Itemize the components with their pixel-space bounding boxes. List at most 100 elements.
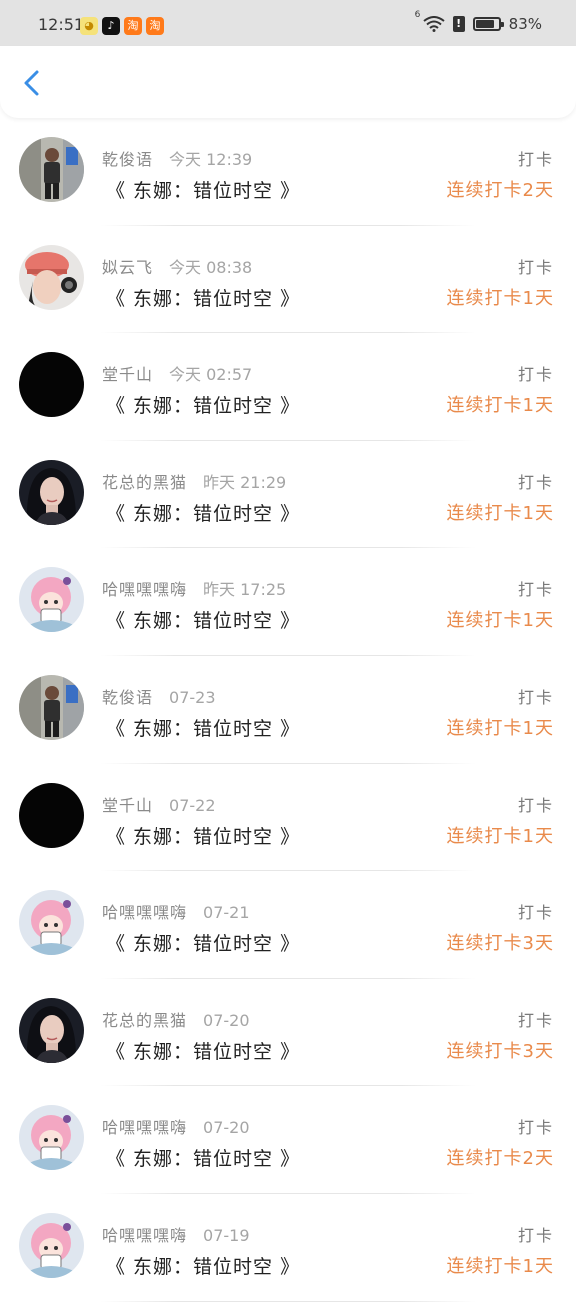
list-item[interactable]: 哈嘿嘿嘿嗨 07-20 《 东娜：错位时空 》 打卡连续打卡2天 <box>0 1086 576 1194</box>
user-name-text[interactable]: 哈嘿嘿嘿嗨 <box>102 1226 187 1245</box>
checkin-tag: 打卡 <box>517 580 554 600</box>
book-title[interactable]: 《 东娜：错位时空 》 <box>106 1037 300 1064</box>
avatar[interactable] <box>19 137 84 202</box>
book-title[interactable]: 《 东娜：错位时空 》 <box>106 176 300 203</box>
list-item[interactable]: 花总的黑猫 07-20 《 东娜：错位时空 》 打卡 连续打卡3天 <box>0 979 576 1087</box>
checkin-tag: 打卡 <box>517 472 554 492</box>
user-name: 花总的黑猫 07-20 <box>102 1007 250 1031</box>
streak-label: 连续打卡1天 <box>446 287 554 309</box>
taobao-icon: 淘 <box>124 17 142 35</box>
user-name-text[interactable]: 哈嘿嘿嘿嗨 <box>102 580 187 599</box>
checkin-time: 07-22 <box>169 795 216 815</box>
list-item[interactable]: 堂千山 07-22 《 东娜：错位时空 》 打卡连续打卡1天 <box>0 764 576 872</box>
book-title[interactable]: 《 东娜：错位时空 》 <box>106 1144 300 1171</box>
wifi-icon: 6 <box>415 10 445 32</box>
streak-label: 连续打卡1天 <box>446 1255 554 1277</box>
avatar[interactable] <box>19 567 84 633</box>
book-title[interactable]: 《 东娜：错位时空 》 <box>106 391 300 418</box>
avatar[interactable] <box>19 1105 84 1171</box>
checkin-time: 07-20 <box>203 1118 250 1138</box>
user-name-text[interactable]: 花总的黑猫 <box>102 473 187 492</box>
status-time: 12:51 <box>38 15 85 34</box>
book-title[interactable]: 《 东娜：错位时空 》 <box>106 822 300 849</box>
user-name-text[interactable]: 姒云飞 <box>102 258 153 277</box>
battery-text: 83% <box>508 15 542 33</box>
back-button[interactable] <box>18 68 48 98</box>
checkin-tag: 打卡 <box>517 1225 554 1245</box>
list-item[interactable]: 乾俊语 07-23 《 东娜：错位时空 》 打卡 连续打卡1天 <box>0 656 576 764</box>
book-title[interactable]: 《 东娜：错位时空 》 <box>106 929 300 956</box>
streak-label: 连续打卡1天 <box>446 825 554 847</box>
checkin-tag: 打卡 <box>517 1010 554 1030</box>
checkin-time: 今天 12:39 <box>169 150 253 169</box>
user-name: 哈嘿嘿嘿嗨 07-20 <box>102 1114 250 1138</box>
avatar[interactable] <box>19 997 84 1063</box>
checkin-time: 07-19 <box>203 1225 250 1245</box>
avatar[interactable] <box>19 244 84 310</box>
user-name-text[interactable]: 堂千山 <box>102 365 153 384</box>
user-name-text[interactable]: 花总的黑猫 <box>102 1011 187 1030</box>
user-name: 乾俊语 07-23 <box>102 684 216 708</box>
checkin-tag: 打卡 <box>517 150 554 169</box>
streak-label: 连续打卡2天 <box>446 1148 554 1170</box>
checkin-time: 07-23 <box>169 687 216 707</box>
checkin-tag: 打卡 <box>517 1118 554 1138</box>
battery-icon <box>472 17 504 31</box>
user-name-text[interactable]: 乾俊语 <box>102 688 153 707</box>
qq-browser-icon: ◕ <box>80 17 98 35</box>
header-bar <box>0 46 576 118</box>
streak-label: 连续打卡1天 <box>446 502 554 524</box>
user-name-text[interactable]: 乾俊语 <box>102 150 153 169</box>
checkin-list: 乾俊语 今天 12:39 《 东娜：错位时空 》打卡 连续打卡2天 姒云飞 今天 08:3… <box>0 118 576 1302</box>
checkin-time: 07-21 <box>203 903 250 923</box>
avatar[interactable] <box>19 890 84 956</box>
user-name-text[interactable]: 哈嘿嘿嘿嗨 <box>102 903 187 922</box>
notification-icons: ◕ ♪ 淘 淘 <box>80 17 164 35</box>
avatar[interactable] <box>19 674 84 740</box>
tiktok-icon: ♪ <box>102 17 120 35</box>
streak-label: 连续打卡2天 <box>446 180 554 201</box>
list-item[interactable]: 哈嘿嘿嘿嗨 07-21 《 东娜：错位时空 》 打卡连续打卡3天 <box>0 871 576 979</box>
user-name: 乾俊语 今天 12:39 <box>102 146 252 170</box>
network-type: 6 <box>414 10 421 20</box>
list-item[interactable]: 哈嘿嘿嘿嗨 07-19 《 东娜：错位时空 》 打卡连续打卡1天 <box>0 1194 576 1302</box>
avatar[interactable] <box>19 782 84 848</box>
user-name: 哈嘿嘿嘿嗨 昨天 17:25 <box>102 576 286 600</box>
checkin-tag: 打卡 <box>517 903 554 923</box>
battery-level <box>475 20 494 28</box>
checkin-tag: 打卡 <box>517 795 554 815</box>
checkin-time: 昨天 17:25 <box>203 580 287 600</box>
user-name: 哈嘿嘿嘿嗨 07-21 <box>102 899 250 923</box>
status-right: 6 ! 83% <box>415 10 542 33</box>
avatar[interactable] <box>19 1212 84 1278</box>
checkin-time: 昨天 21:29 <box>203 472 287 492</box>
book-title[interactable]: 《 东娜：错位时空 》 <box>106 284 300 311</box>
user-name-text[interactable]: 哈嘿嘿嘿嗨 <box>102 1118 187 1137</box>
list-item[interactable]: 姒云飞 今天 08:38 《 东娜：错位时空 》 打卡连续打卡1天 <box>0 226 576 334</box>
checkin-time: 今天 02:57 <box>169 365 253 385</box>
streak-label: 连续打卡1天 <box>446 610 554 632</box>
avatar[interactable] <box>19 352 84 418</box>
status-bar: 12:51 ◕ ♪ 淘 淘 6 ! 83% <box>0 0 576 46</box>
streak-label: 连续打卡1天 <box>446 395 554 417</box>
list-item[interactable]: 乾俊语 今天 12:39 《 东娜：错位时空 》 打卡连续打卡2天 <box>0 118 576 226</box>
book-title[interactable]: 《 东娜：错位时空 》 <box>106 606 300 633</box>
checkin-tag: 打卡 <box>517 365 554 385</box>
user-name: 姒云飞 今天 08:38 <box>102 254 252 278</box>
checkin-time: 07-20 <box>203 1010 250 1030</box>
list-item[interactable]: 堂千山 今天 02:57 《 东娜：错位时空 》 打卡连续打卡1天 <box>0 333 576 441</box>
book-title[interactable]: 《 东娜：错位时空 》 <box>106 499 300 526</box>
avatar[interactable] <box>19 459 84 525</box>
list-item[interactable]: 花总的黑猫 昨天 21:29 《 东娜：错位时空 》 打卡连续打卡1天 <box>0 441 576 549</box>
user-name: 堂千山 07-22 <box>102 792 216 816</box>
checkin-tag: 打卡 <box>517 257 554 277</box>
checkin-time: 今天 08:38 <box>169 257 253 277</box>
streak-label: 连续打卡3天 <box>446 933 554 955</box>
book-title[interactable]: 《 东娜：错位时空 》 <box>106 1252 300 1279</box>
list-item[interactable]: 哈嘿嘿嘿嗨 昨天 17:25 《 东娜：错位时空 》 打卡连续打卡1天 <box>0 548 576 656</box>
user-name-text[interactable]: 堂千山 <box>102 796 153 815</box>
alert-icon: ! <box>452 16 465 32</box>
streak-label: 连续打卡1天 <box>446 717 554 739</box>
taobao-icon: 淘 <box>146 17 164 35</box>
book-title[interactable]: 《 东娜：错位时空 》 <box>106 714 300 741</box>
